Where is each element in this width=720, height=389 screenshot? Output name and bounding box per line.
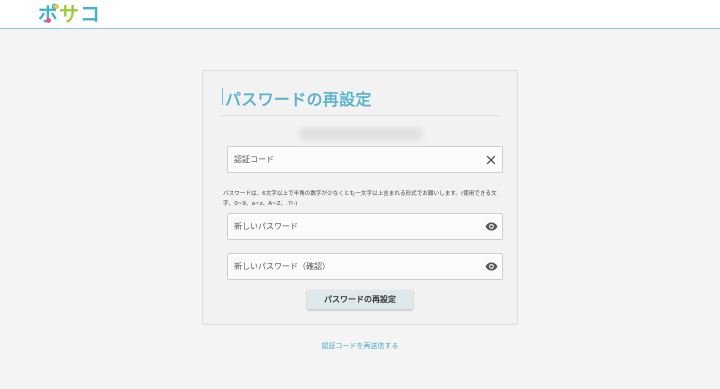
posako-logo[interactable]: ポ サ コ [38, 3, 100, 25]
masked-email [299, 127, 423, 141]
verification-code-input[interactable] [228, 147, 480, 172]
eye-icon[interactable] [480, 214, 502, 239]
title-accent-bar [222, 88, 223, 105]
new-password-input[interactable] [228, 214, 480, 239]
page-title: パスワードの再設定 [225, 90, 372, 109]
reset-password-button[interactable]: パスワードの再設定 [307, 290, 413, 309]
new-password-field[interactable] [227, 213, 503, 240]
close-icon[interactable] [480, 147, 502, 172]
eye-icon[interactable] [480, 254, 502, 279]
confirm-password-field[interactable] [227, 253, 503, 280]
top-header: ポ サ コ [0, 0, 720, 29]
logo-char-3: コ [80, 2, 100, 26]
password-rules-text: パスワードは、6文字以上で半角の数字が少なくとも一文字以上含まれる形式でお願いし… [223, 191, 497, 207]
logo-char-2: サ [59, 2, 79, 26]
logo-dot-yellow [54, 4, 59, 9]
verification-code-field[interactable] [227, 146, 503, 173]
title-divider [222, 115, 499, 116]
password-reset-card: パスワードの再設定 パスワードは、6文字以上で半角の数字が少なくとも一文字以上含… [202, 70, 518, 325]
logo-dot-pink [46, 18, 51, 23]
resend-code-link[interactable]: 認証コードを再送信する [0, 341, 720, 351]
confirm-password-input[interactable] [228, 254, 480, 279]
